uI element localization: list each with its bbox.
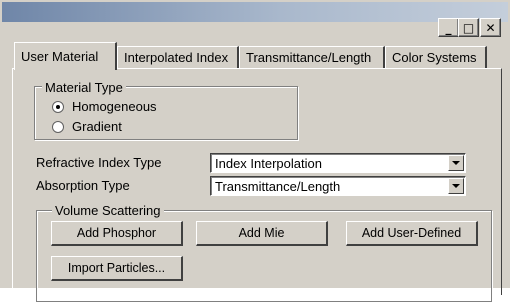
maximize-icon[interactable]: □ (458, 18, 479, 37)
absorption-type-select[interactable]: Transmittance/Length (210, 176, 466, 196)
radio-homogeneous-icon (52, 100, 64, 113)
radio-homogeneous-label: Homogeneous (72, 99, 157, 114)
chevron-down-icon[interactable] (448, 178, 464, 194)
title-bar (2, 2, 508, 22)
close-icon[interactable]: ✕ (480, 18, 501, 37)
refractive-index-type-label: Refractive Index Type (36, 155, 162, 170)
add-mie-button[interactable]: Add Mie (196, 221, 328, 246)
tab-color-systems[interactable]: Color Systems (385, 46, 487, 68)
radio-gradient-label: Gradient (72, 119, 122, 134)
material-type-legend: Material Type (42, 80, 126, 95)
tab-interpolated-index[interactable]: Interpolated Index (117, 46, 239, 68)
dialog-window: _ □ ✕ User Material Interpolated Index T… (0, 0, 510, 302)
radio-gradient-icon (52, 120, 64, 133)
add-phosphor-button[interactable]: Add Phosphor (51, 221, 183, 246)
import-particles-button[interactable]: Import Particles... (51, 256, 183, 281)
minimize-icon[interactable]: _ (438, 18, 459, 37)
chevron-down-icon[interactable] (448, 155, 464, 171)
tab-transmittance-length[interactable]: Transmittance/Length (239, 46, 385, 68)
refractive-index-type-value: Index Interpolation (215, 156, 322, 171)
volume-scattering-legend: Volume Scattering (52, 203, 164, 218)
absorption-type-label: Absorption Type (36, 178, 130, 193)
radio-gradient[interactable]: Gradient (52, 119, 122, 134)
refractive-index-type-select[interactable]: Index Interpolation (210, 153, 466, 173)
add-user-defined-button[interactable]: Add User-Defined (346, 221, 478, 246)
tab-user-material[interactable]: User Material (14, 42, 117, 70)
radio-homogeneous[interactable]: Homogeneous (52, 99, 157, 114)
absorption-type-value: Transmittance/Length (215, 179, 341, 194)
